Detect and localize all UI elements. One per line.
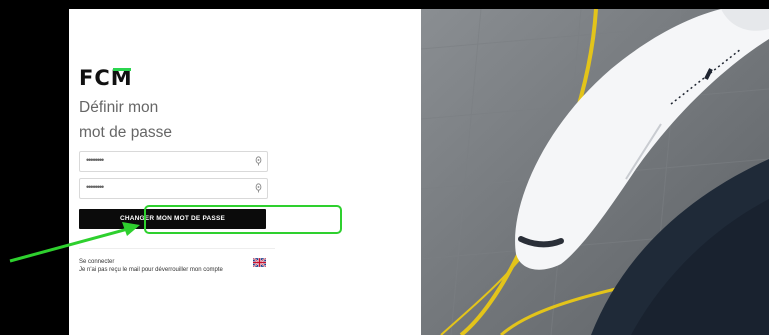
uk-flag-icon[interactable] (253, 258, 266, 267)
annotation-highlight-box (144, 205, 342, 234)
show-password-icon[interactable] (254, 156, 263, 166)
login-panel (69, 9, 421, 335)
logo-accent-letter: M (110, 66, 133, 90)
new-password-value: •••••••• (86, 155, 104, 165)
confirm-password-field[interactable]: •••••••• (79, 178, 268, 199)
new-password-field[interactable]: •••••••• (79, 151, 268, 172)
page-title-line2: mot de passe (79, 124, 173, 141)
confirm-password-value: •••••••• (86, 182, 104, 192)
logo-prefix: FC (79, 66, 111, 90)
hero-image (421, 9, 769, 335)
airplane-image (421, 9, 769, 335)
show-confirm-password-icon[interactable] (254, 183, 263, 193)
login-link[interactable]: Se connecter (79, 258, 114, 266)
divider (79, 248, 275, 249)
fcm-logo: FCM (79, 66, 133, 90)
resend-unlock-mail-link[interactable]: Je n'ai pas reçu le mail pour déverrouil… (79, 266, 224, 274)
page-title-line1: Définir mon (79, 99, 159, 116)
